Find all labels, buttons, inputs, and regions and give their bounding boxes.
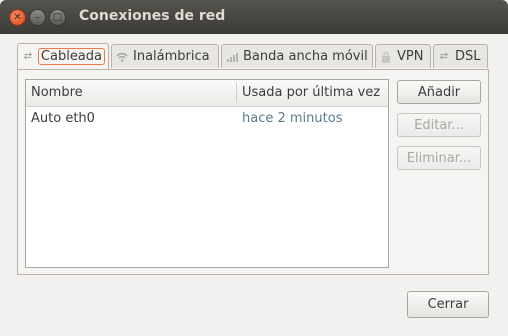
- tab-wired-label: Cableada: [37, 48, 106, 65]
- network-connections-window: ✕ – □ Conexiones de red ⇄ Cableada Inalá…: [0, 0, 508, 336]
- tab-wired[interactable]: ⇄ Cableada: [17, 43, 109, 69]
- add-button[interactable]: Añadir: [397, 80, 481, 104]
- connection-name: Auto eth0: [31, 111, 95, 126]
- wired-network-icon: ⇄: [23, 51, 33, 62]
- tab-wireless[interactable]: Inalámbrica: [111, 44, 219, 68]
- connections-list[interactable]: Nombre Usada por última vez Auto eth0 ha…: [25, 79, 389, 268]
- delete-button[interactable]: Eliminar...: [397, 146, 481, 170]
- connection-last-used: hace 2 minutos: [242, 111, 343, 126]
- tab-dsl[interactable]: ⇄ DSL: [433, 44, 488, 68]
- column-header-name[interactable]: Nombre: [31, 85, 83, 100]
- list-header: Nombre Usada por última vez: [26, 80, 388, 107]
- mobile-signal-icon: [225, 50, 239, 64]
- tab-mobile-broadband-label: Banda ancha móvil: [243, 49, 368, 64]
- tab-vpn[interactable]: VPN: [375, 44, 431, 68]
- column-header-last-used[interactable]: Usada por última vez: [242, 85, 380, 100]
- close-button[interactable]: Cerrar: [407, 291, 489, 318]
- window-title: Conexiones de red: [79, 8, 226, 24]
- tab-mobile-broadband[interactable]: Banda ancha móvil: [221, 44, 373, 68]
- tab-dsl-label: DSL: [455, 49, 481, 64]
- wireless-signal-icon: [115, 50, 129, 64]
- column-separator[interactable]: [236, 83, 237, 103]
- edit-button[interactable]: Editar...: [397, 113, 481, 137]
- titlebar[interactable]: ✕ – □ Conexiones de red: [0, 0, 508, 34]
- maximize-window-icon[interactable]: □: [49, 9, 66, 26]
- table-row[interactable]: Auto eth0 hace 2 minutos: [26, 108, 388, 130]
- vpn-lock-icon: [379, 50, 393, 64]
- tab-vpn-label: VPN: [397, 49, 424, 64]
- close-window-icon[interactable]: ✕: [9, 9, 26, 26]
- dsl-network-icon: ⇄: [439, 51, 449, 62]
- minimize-window-icon[interactable]: –: [29, 9, 46, 26]
- tab-wireless-label: Inalámbrica: [133, 49, 210, 64]
